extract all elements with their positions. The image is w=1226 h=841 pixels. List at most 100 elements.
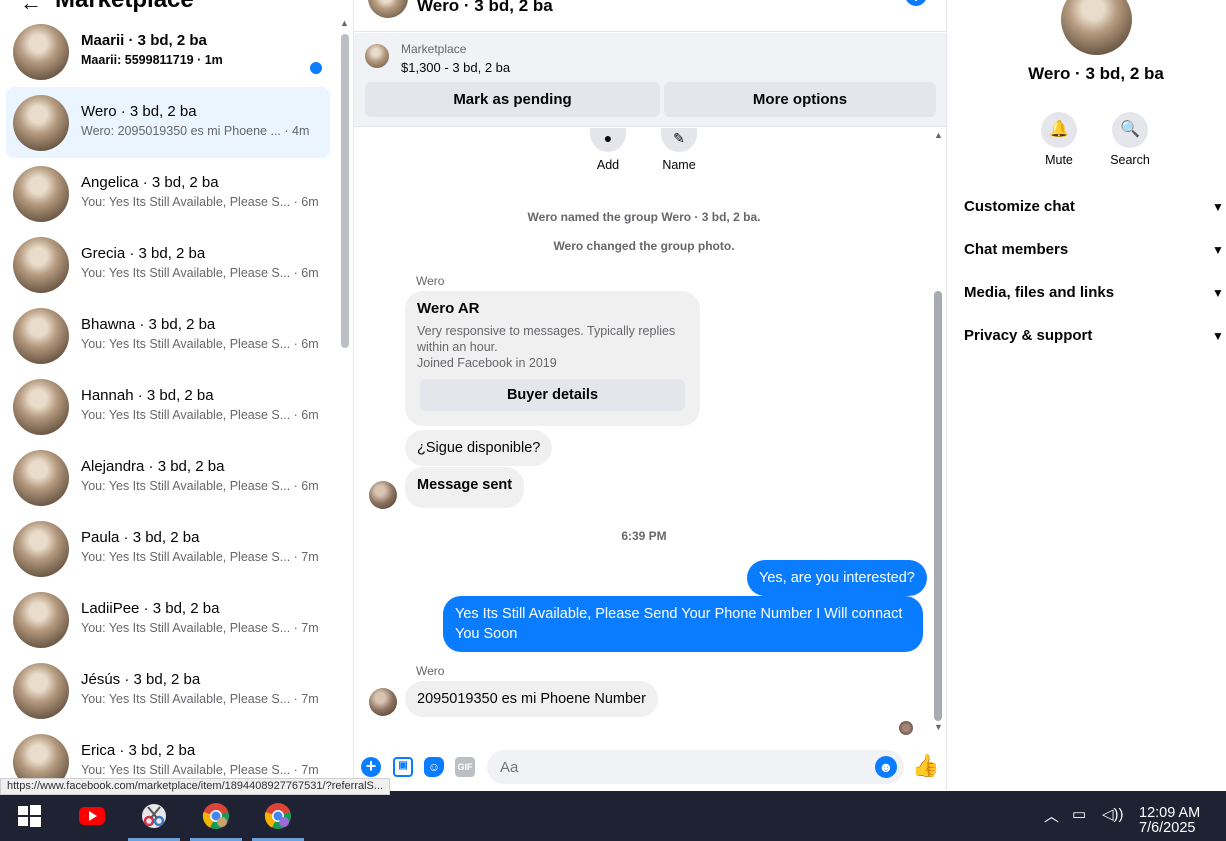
clock-date[interactable]: 7/6/2025 (1139, 820, 1195, 836)
media-files-links-section[interactable]: Media, files and links ▼ (964, 278, 1226, 308)
system-message: Wero changed the group photo. (553, 239, 735, 253)
group-avatar[interactable] (1061, 0, 1132, 55)
preview-time: · 7m (293, 621, 319, 635)
conversation-list-scrollbar[interactable] (341, 34, 349, 348)
conversation-item[interactable]: LadiiPee · 3 bd, 2 ba You: Yes Its Still… (6, 584, 330, 655)
scroll-up-arrow-icon[interactable]: ▲ (340, 18, 349, 28)
chevron-up-icon[interactable]: ︿ (1044, 805, 1059, 826)
taskbar-app-snipping[interactable] (128, 791, 180, 841)
incoming-message[interactable]: 2095019350 es mi Phoene Number (405, 681, 658, 717)
gif-icon[interactable]: GIF (455, 757, 475, 777)
conversation-preview: You: Yes Its Still Available, Please S..… (81, 195, 319, 209)
scroll-up-arrow-icon[interactable]: ▲ (934, 130, 943, 140)
chrome-icon (202, 803, 229, 829)
add-person-icon: ● (590, 128, 626, 152)
taskbar-app-chrome[interactable] (190, 791, 242, 841)
conversation-item[interactable]: Angelica · 3 bd, 2 ba You: Yes Its Still… (6, 158, 330, 229)
scroll-down-arrow-icon[interactable]: ▼ (934, 722, 943, 732)
pencil-icon: ✎ (661, 128, 697, 152)
conversation-item[interactable]: Bhawna · 3 bd, 2 ba You: Yes Its Still A… (6, 300, 330, 371)
emoji-icon[interactable]: ☻ (875, 756, 897, 778)
conversation-name: LadiiPee · 3 bd, 2 ba (81, 600, 220, 617)
conversation-name: Bhawna · 3 bd, 2 ba (81, 316, 216, 333)
incoming-message[interactable]: Message sent (405, 467, 525, 508)
group-name: Wero · 3 bd, 2 ba (1028, 64, 1164, 83)
sender-avatar[interactable] (369, 688, 397, 716)
preview-text: You: Yes Its Still Available, Please S..… (81, 763, 291, 777)
conversation-item[interactable]: Hannah · 3 bd, 2 ba You: Yes Its Still A… (6, 371, 330, 442)
preview-text: You: Yes Its Still Available, Please S..… (81, 195, 291, 209)
avatar (13, 592, 69, 648)
message-line: Yes Its Still Available, Please Send You… (455, 606, 903, 622)
youtube-icon (79, 807, 105, 825)
chat-avatar[interactable] (368, 0, 408, 18)
conversation-item[interactable]: Grecia · 3 bd, 2 ba You: Yes Its Still A… (6, 229, 330, 300)
conversation-item[interactable]: Alejandra · 3 bd, 2 ba You: Yes Its Stil… (6, 442, 330, 513)
search-action[interactable]: 🔍 Search (1100, 112, 1160, 167)
chat-title[interactable]: Wero · 3 bd, 2 ba (417, 0, 553, 16)
avatar (13, 521, 69, 577)
conversation-name: Hannah · 3 bd, 2 ba (81, 387, 214, 404)
add-member-action[interactable]: ● Add (578, 128, 638, 172)
chevron-down-icon: ▼ (1212, 286, 1224, 300)
start-button[interactable] (2, 791, 54, 841)
buyer-details-button[interactable]: Buyer details (420, 379, 685, 411)
info-icon[interactable]: i (905, 0, 927, 6)
timestamp-separator: 6:39 PM (621, 529, 667, 543)
preview-time: · 7m (293, 692, 319, 706)
conversation-preview: You: Yes Its Still Available, Please S..… (81, 692, 319, 706)
listing-price[interactable]: $1,300 - 3 bd, 2 ba (401, 60, 510, 75)
plus-icon[interactable]: + (361, 757, 381, 777)
listing-thumbnail[interactable] (365, 44, 389, 68)
preview-text: You: Yes Its Still Available, Please S..… (81, 408, 291, 422)
conversation-item[interactable]: Paula · 3 bd, 2 ba You: Yes Its Still Av… (6, 513, 330, 584)
preview-time: · 6m (293, 195, 319, 209)
mute-action[interactable]: 🔔 Mute (1029, 112, 1089, 167)
chat-members-section[interactable]: Chat members ▼ (964, 235, 1226, 265)
mark-as-pending-button[interactable]: Mark as pending (365, 82, 660, 117)
conversation-name: Wero · 3 bd, 2 ba (81, 103, 197, 120)
more-options-button[interactable]: More options (664, 82, 936, 117)
taskbar-app-youtube[interactable] (66, 791, 118, 841)
sender-name: Wero (416, 664, 445, 678)
avatar (13, 450, 69, 506)
taskbar-app-chrome-profile[interactable] (252, 791, 304, 841)
preview-time: · 7m (293, 550, 319, 564)
network-icon[interactable]: ▭ (1072, 805, 1086, 823)
clock-time[interactable]: 12:09 AM (1139, 805, 1200, 821)
message-line: You Soon (455, 626, 518, 642)
sender-avatar[interactable] (369, 481, 397, 509)
outgoing-message[interactable]: Yes Its Still Available, Please Send You… (443, 596, 923, 652)
conversation-item[interactable]: Jésús · 3 bd, 2 ba You: Yes Its Still Av… (6, 655, 330, 726)
message-composer: + ▣ ☺ GIF ☻ 👍 (354, 741, 946, 791)
outgoing-message[interactable]: Yes, are you interested? (747, 560, 927, 596)
privacy-support-section[interactable]: Privacy & support ▼ (964, 321, 1226, 351)
avatar (13, 24, 69, 80)
preview-text: Wero: 2095019350 es mi Phoene ... (81, 124, 281, 138)
chevron-down-icon: ▼ (1212, 329, 1224, 343)
preview-time: · 1m (197, 53, 223, 67)
back-arrow-icon[interactable]: ← (20, 0, 42, 16)
message-input[interactable] (487, 750, 904, 784)
preview-time: · 6m (293, 408, 319, 422)
system-message: Wero named the group Wero · 3 bd, 2 ba. (527, 210, 761, 224)
conversation-preview: You: Yes Its Still Available, Please S..… (81, 621, 319, 635)
chevron-down-icon: ▼ (1212, 200, 1224, 214)
conversation-preview: You: Yes Its Still Available, Please S..… (81, 479, 319, 493)
thumbs-up-icon[interactable]: 👍 (912, 753, 939, 779)
scissors-icon (142, 804, 166, 828)
customize-chat-section[interactable]: Customize chat ▼ (964, 192, 1226, 222)
buyer-description: Very responsive to messages. Typically r… (417, 323, 687, 371)
name-group-action[interactable]: ✎ Name (649, 128, 709, 172)
conversation-item[interactable]: Wero · 3 bd, 2 ba Wero: 2095019350 es mi… (6, 87, 330, 158)
preview-text: You: Yes Its Still Available, Please S..… (81, 337, 291, 351)
preview-time: · 6m (293, 337, 319, 351)
avatar (13, 166, 69, 222)
marketplace-label: Marketplace (401, 42, 467, 56)
sticker-icon[interactable]: ☺ (424, 757, 444, 777)
message-thread-scrollbar[interactable] (934, 291, 942, 721)
volume-icon[interactable]: ◁)) (1102, 805, 1124, 823)
incoming-message[interactable]: ¿Sigue disponible? (405, 430, 553, 466)
photo-icon[interactable]: ▣ (393, 757, 413, 777)
conversation-item[interactable]: Maarii · 3 bd, 2 ba Maarii: 5599811719 ·… (6, 16, 330, 87)
